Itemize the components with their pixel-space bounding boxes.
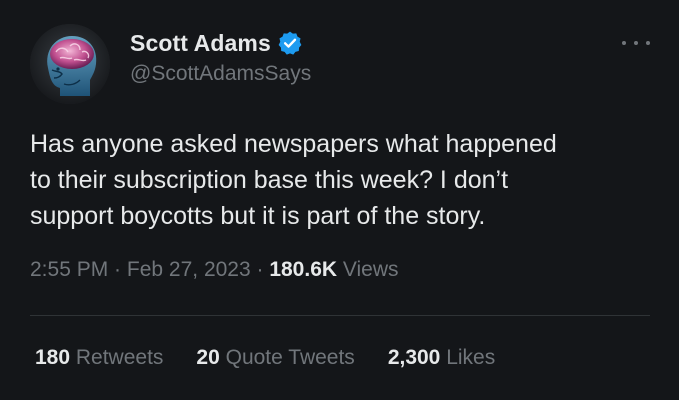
author-name-row[interactable]: Scott Adams bbox=[130, 29, 303, 57]
author-handle[interactable]: @ScottAdamsSays bbox=[130, 62, 311, 86]
tweet-date[interactable]: Feb 27, 2023 bbox=[127, 258, 251, 281]
author-name[interactable]: Scott Adams bbox=[130, 30, 271, 57]
more-icon[interactable] bbox=[622, 38, 650, 48]
quote-tweets-label: Quote Tweets bbox=[219, 346, 355, 369]
likes-count: 2,300 bbox=[387, 346, 441, 369]
retweets-stat[interactable]: 180 Retweets bbox=[35, 346, 163, 370]
quote-tweets-stat[interactable]: 20 Quote Tweets bbox=[196, 346, 354, 370]
meta-separator: · bbox=[108, 258, 127, 281]
views-count: 180.6K bbox=[269, 258, 338, 281]
more-dot bbox=[646, 41, 650, 45]
verified-badge-icon bbox=[278, 31, 302, 55]
quote-tweets-count: 20 bbox=[196, 346, 220, 369]
divider bbox=[30, 315, 650, 316]
tweet-text: Has anyone asked newspapers what happene… bbox=[30, 130, 557, 230]
more-dot bbox=[622, 41, 626, 45]
more-dot bbox=[634, 41, 638, 45]
engagement-stats: 180 Retweets 20 Quote Tweets 2,300 Likes bbox=[35, 346, 528, 370]
tweet-meta: 2:55 PM · Feb 27, 2023 · 180.6K Views bbox=[30, 258, 399, 282]
likes-label: Likes bbox=[440, 346, 496, 369]
tweet-card: Scott Adams @ScottAdamsSays Has anyone a… bbox=[0, 0, 679, 400]
retweets-count: 180 bbox=[35, 346, 71, 369]
views-label: Views bbox=[337, 258, 399, 281]
brain-head-avatar-image bbox=[30, 24, 110, 104]
tweet-time[interactable]: 2:55 PM bbox=[30, 258, 108, 281]
meta-separator: · bbox=[250, 258, 270, 281]
avatar[interactable] bbox=[30, 24, 110, 104]
retweets-label: Retweets bbox=[70, 346, 164, 369]
likes-stat[interactable]: 2,300 Likes bbox=[388, 346, 495, 370]
